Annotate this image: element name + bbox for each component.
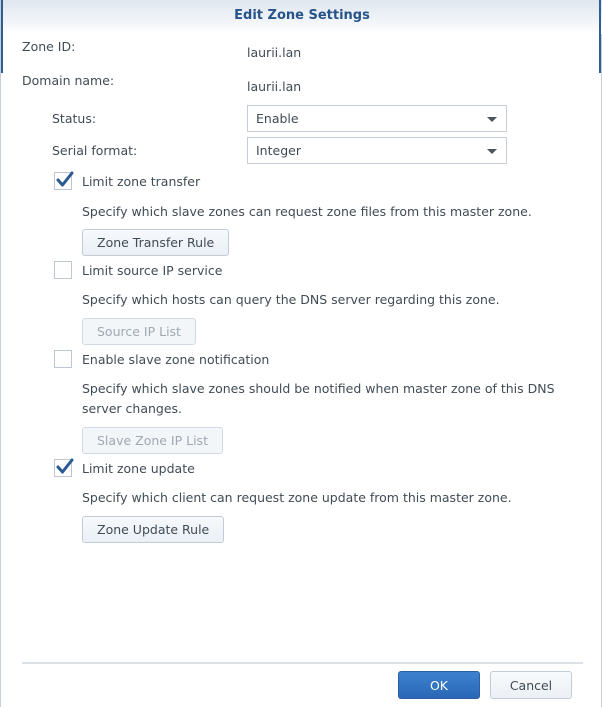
limit-zone-update-checkbox[interactable] <box>54 458 74 477</box>
edit-zone-settings-dialog: Edit Zone Settings Zone ID: laurii.lan D… <box>0 0 602 707</box>
enable-slave-zone-notification-checkbox[interactable] <box>54 350 72 368</box>
chevron-down-icon <box>487 117 497 122</box>
enable-slave-zone-notification-description: Specify which slave zones should be noti… <box>82 381 555 416</box>
limit-zone-update-label[interactable]: Limit zone update <box>82 461 195 476</box>
domain-name-value: laurii.lan <box>247 79 302 94</box>
limit-zone-transfer-checkbox[interactable] <box>54 171 74 190</box>
zone-update-rule-button[interactable]: Zone Update Rule <box>82 516 225 543</box>
limit-source-ip-service-description: Specify which hosts can query the DNS se… <box>82 292 500 307</box>
dialog-title: Edit Zone Settings <box>234 8 370 23</box>
status-selected-value: Enable <box>256 111 299 126</box>
limit-source-ip-service-label[interactable]: Limit source IP service <box>82 263 222 278</box>
domain-name-label: Domain name: <box>22 73 115 88</box>
status-select[interactable]: Enable <box>247 105 507 132</box>
source-ip-list-button[interactable]: Source IP List <box>82 318 196 345</box>
ok-button[interactable]: OK <box>398 671 480 699</box>
slave-zone-ip-list-button[interactable]: Slave Zone IP List <box>82 427 223 454</box>
zone-transfer-rule-button[interactable]: Zone Transfer Rule <box>82 229 230 256</box>
serial-format-selected-value: Integer <box>256 143 301 158</box>
zone-id-value: laurii.lan <box>247 45 302 60</box>
limit-zone-transfer-label[interactable]: Limit zone transfer <box>82 174 200 189</box>
limit-zone-transfer-description: Specify which slave zones can request zo… <box>82 204 532 219</box>
window-edge-right <box>599 0 601 73</box>
limit-source-ip-service-checkbox[interactable] <box>54 261 72 279</box>
limit-zone-update-description: Specify which client can request zone up… <box>82 490 512 505</box>
checkmark-icon <box>56 171 74 187</box>
serial-format-label: Serial format: <box>52 143 138 158</box>
window-edge-left <box>1 0 3 73</box>
enable-slave-zone-notification-label[interactable]: Enable slave zone notification <box>82 352 269 367</box>
checkmark-icon <box>56 458 74 474</box>
status-label: Status: <box>52 111 97 126</box>
cancel-button[interactable]: Cancel <box>490 671 572 699</box>
serial-format-select[interactable]: Integer <box>247 137 507 164</box>
dialog-header: Edit Zone Settings <box>1 0 602 34</box>
chevron-down-icon <box>487 149 497 154</box>
zone-id-label: Zone ID: <box>22 39 76 54</box>
footer-divider <box>22 662 583 664</box>
